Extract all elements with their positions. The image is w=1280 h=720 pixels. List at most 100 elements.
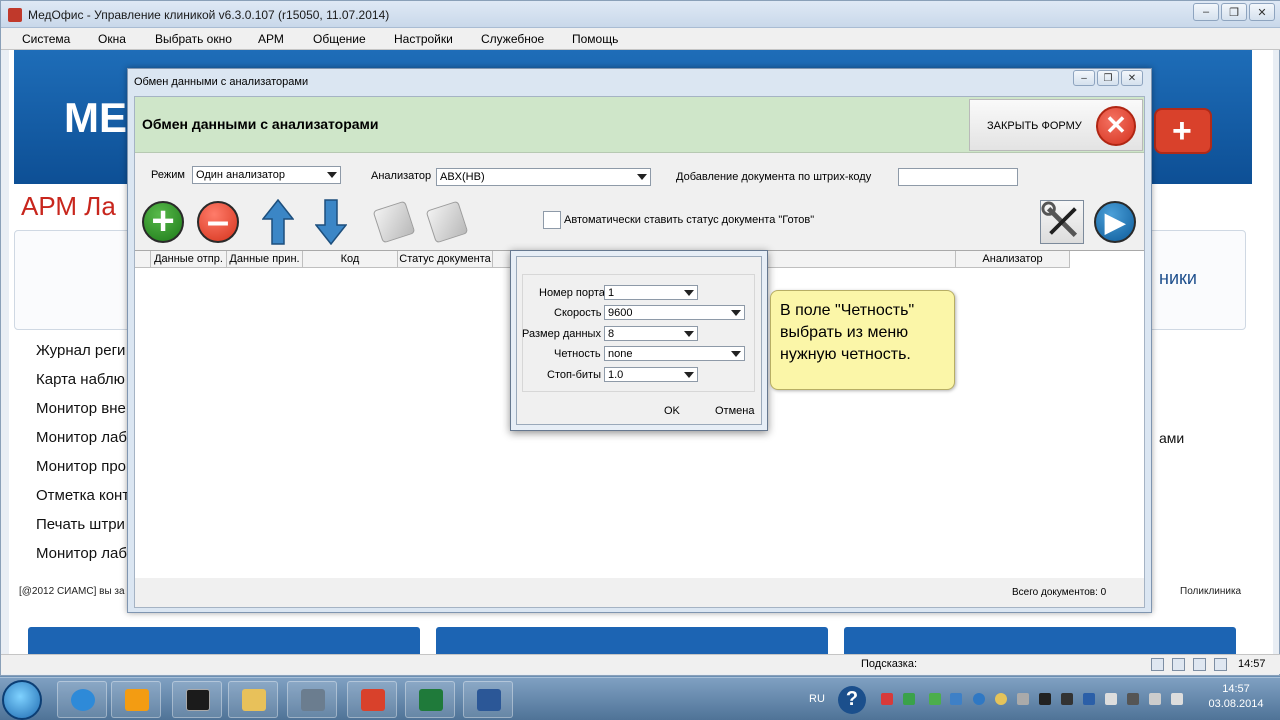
mode-select[interactable]: Один анализатор (192, 166, 341, 184)
volume-icon[interactable] (1171, 693, 1183, 705)
close-button[interactable]: ✕ (1249, 3, 1275, 21)
cancel-button[interactable]: Отмена (715, 405, 754, 417)
arm-menu-item[interactable]: Монитор вне (36, 400, 126, 417)
menu-communication[interactable]: Общение (313, 32, 366, 46)
port-value: 1 (608, 287, 615, 299)
data-size-value: 8 (608, 328, 615, 340)
column-header-code[interactable]: Код (303, 251, 398, 268)
tray-icon[interactable] (1017, 693, 1029, 705)
column-header-received[interactable]: Данные прин. (227, 251, 303, 268)
app-logo: МЕ (64, 94, 127, 141)
taskbar-media[interactable] (111, 681, 161, 718)
eraser-button[interactable] (368, 196, 418, 246)
move-up-button[interactable] (252, 196, 302, 246)
status-icon[interactable] (1172, 658, 1185, 671)
arm-menu-item[interactable]: Карта наблю (36, 371, 125, 388)
taskbar-explorer[interactable] (228, 681, 278, 718)
minimize-button[interactable]: – (1193, 3, 1219, 21)
play-icon: ▶ (1094, 201, 1136, 243)
floppy-disk-icon (425, 200, 469, 244)
check-icon[interactable] (903, 693, 915, 705)
skype-icon[interactable] (950, 693, 962, 705)
chevron-down-icon (731, 310, 741, 316)
arm-menu-item[interactable]: Журнал реги (36, 342, 125, 359)
arrow-up-icon (262, 199, 294, 245)
tray-icon[interactable] (995, 693, 1007, 705)
arm-title: АРМ Ла (21, 191, 116, 221)
arm-menu-item[interactable]: Отметка конт (36, 487, 129, 504)
column-header-analyzer[interactable]: Анализатор (956, 251, 1070, 268)
port-settings-dialog: Номер порта 1 Скорость 9600 Размер данны… (510, 250, 768, 431)
status-icon[interactable] (1214, 658, 1227, 671)
menu-windows[interactable]: Окна (98, 32, 126, 46)
taskbar-medoffice[interactable] (347, 681, 397, 718)
help-icon[interactable]: ? (838, 686, 866, 714)
arm-menu-item[interactable]: Монитор лаб (36, 429, 127, 446)
barcode-input[interactable] (898, 168, 1018, 186)
ok-button[interactable]: OK (664, 405, 680, 417)
run-button[interactable]: ▶ (1089, 196, 1139, 246)
arm-menu-item[interactable]: Монитор про (36, 458, 126, 475)
menu-select-window[interactable]: Выбрать окно (155, 32, 232, 46)
taskbar-excel[interactable] (405, 681, 455, 718)
system-clock[interactable]: 14:57 03.08.2014 (1207, 682, 1265, 712)
status-icon[interactable] (1151, 658, 1164, 671)
move-down-button[interactable] (305, 196, 355, 246)
close-form-button[interactable]: ЗАКРЫТЬ ФОРМУ ✕ (969, 99, 1143, 151)
status-icon[interactable] (1193, 658, 1206, 671)
settings-button[interactable] (1036, 196, 1086, 246)
language-indicator[interactable]: RU (809, 693, 825, 705)
flag-icon[interactable] (1105, 693, 1117, 705)
parity-select[interactable]: none (604, 346, 745, 361)
close-form-label: ЗАКРЫТЬ ФОРМУ (987, 120, 1082, 132)
taskbar-monitor[interactable] (172, 681, 222, 718)
tray-icon[interactable] (929, 693, 941, 705)
tray-icon[interactable] (1127, 693, 1139, 705)
antivirus-icon[interactable] (881, 693, 893, 705)
start-button[interactable] (2, 680, 42, 720)
data-size-select[interactable]: 8 (604, 326, 698, 341)
row-selector-header (135, 251, 151, 268)
menu-service[interactable]: Служебное (481, 32, 544, 46)
speed-select[interactable]: 9600 (604, 305, 745, 320)
stop-bits-select[interactable]: 1.0 (604, 367, 698, 382)
minus-icon: – (197, 201, 239, 243)
menu-system[interactable]: Система (22, 32, 70, 46)
menu-settings[interactable]: Настройки (394, 32, 453, 46)
chevron-down-icon (637, 174, 647, 180)
arm-menu-item[interactable]: Монитор лаб (36, 545, 127, 562)
taskbar-word[interactable] (463, 681, 513, 718)
data-size-label: Размер данных (522, 328, 601, 340)
menu-arm[interactable]: АРМ (258, 32, 284, 46)
update-icon[interactable] (973, 693, 985, 705)
tray-icon[interactable] (1061, 693, 1073, 705)
restore-button[interactable]: ❐ (1221, 3, 1247, 21)
barcode-label: Добавление документа по штрих-коду (676, 171, 872, 183)
minimize-button[interactable]: – (1073, 70, 1095, 86)
taskbar-ie[interactable] (57, 681, 107, 718)
delete-button[interactable]: – (192, 196, 242, 246)
menu-help[interactable]: Помощь (572, 32, 618, 46)
taskbar-network[interactable] (287, 681, 337, 718)
column-header-status[interactable]: Статус документа (398, 251, 493, 268)
network-status-icon[interactable] (1149, 693, 1161, 705)
parity-value: none (608, 348, 633, 360)
folder-icon (242, 689, 266, 711)
speed-label: Скорость (554, 307, 602, 319)
arm-menu-item[interactable]: Печать штри (36, 516, 125, 533)
stop-bits-value: 1.0 (608, 369, 624, 381)
taskbar: RU ? 14:57 03.08.2014 (0, 677, 1280, 720)
port-select[interactable]: 1 (604, 285, 698, 300)
save-button[interactable] (421, 196, 471, 246)
add-button[interactable]: + (137, 196, 187, 246)
column-header-sent[interactable]: Данные отпр. (151, 251, 227, 268)
tray-icon[interactable] (1039, 693, 1051, 705)
analyzer-value: ABX(HB) (440, 171, 485, 183)
restore-button[interactable]: ❐ (1097, 70, 1119, 86)
clock-time: 14:57 (1222, 683, 1250, 695)
bluetooth-icon[interactable] (1083, 693, 1095, 705)
auto-status-checkbox[interactable] (543, 211, 561, 229)
analyzer-select[interactable]: ABX(HB) (436, 168, 651, 186)
panel-item-fragment[interactable]: ами (1159, 430, 1184, 446)
close-button[interactable]: ✕ (1121, 70, 1143, 86)
